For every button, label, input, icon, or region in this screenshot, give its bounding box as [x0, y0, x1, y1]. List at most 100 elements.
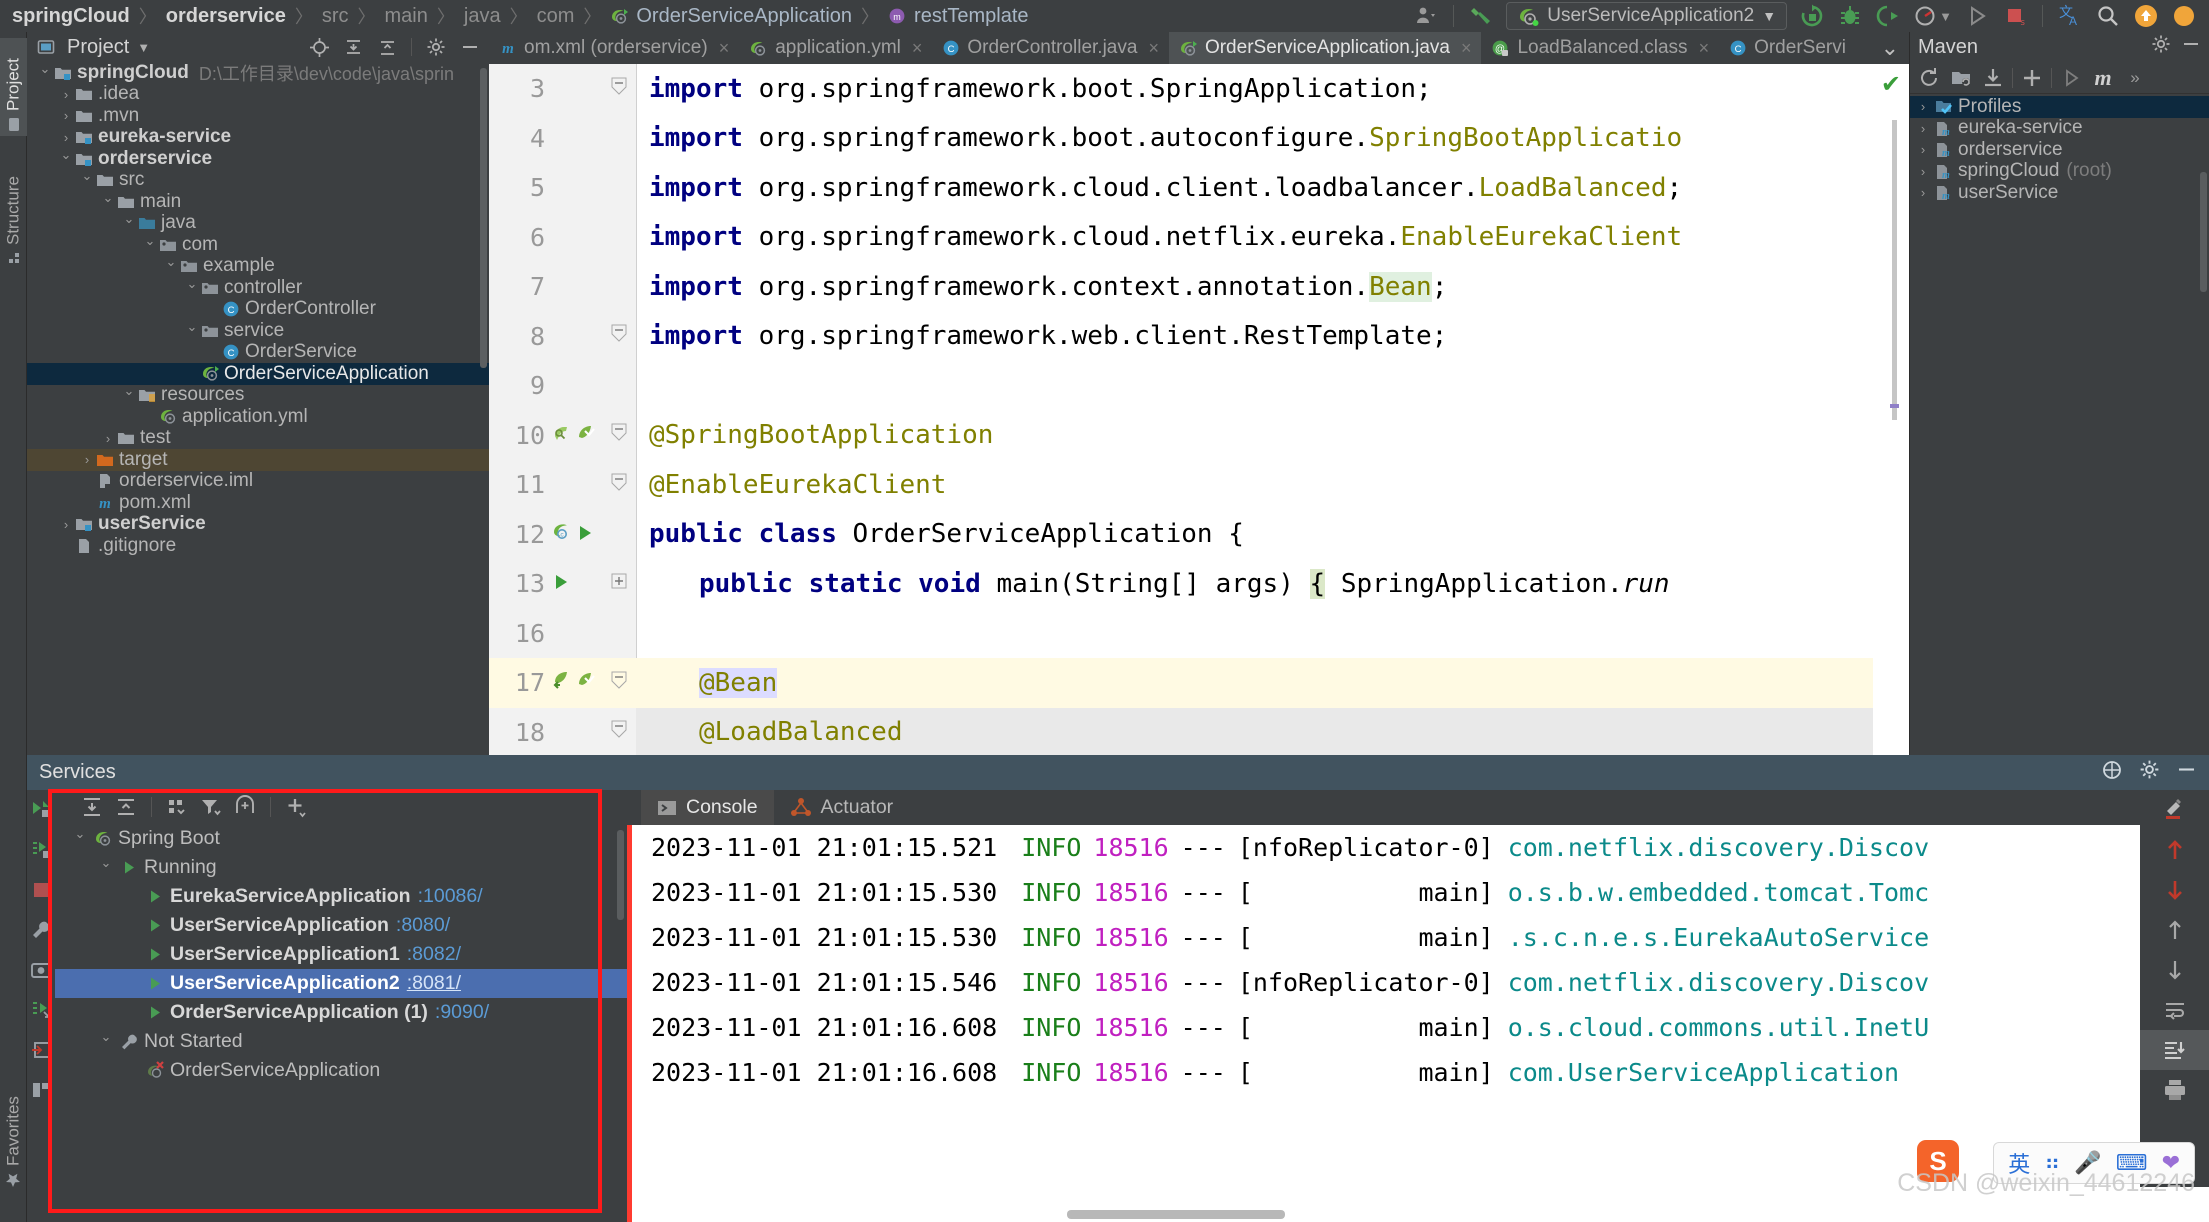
project-tree-row[interactable]: › eureka-service — [27, 126, 489, 149]
help-icon[interactable] — [2101, 759, 2123, 787]
project-tree-row[interactable]: application.yml — [27, 406, 489, 428]
close-icon[interactable]: × — [1699, 38, 1710, 59]
filter-icon[interactable] — [196, 792, 226, 822]
run-gutter-icon[interactable] — [575, 519, 595, 550]
add-module-icon[interactable] — [1948, 65, 1974, 91]
chevron-down-icon[interactable]: ⌄ — [1871, 32, 1909, 64]
project-tree-row[interactable]: ⌄ main — [27, 190, 489, 213]
service-port-link[interactable]: :8082/ — [407, 943, 461, 966]
code-line[interactable]: 4 import org.springframework.boot.autocon… — [489, 114, 1909, 164]
service-port-link[interactable]: :8081/ — [407, 972, 461, 995]
breadcrumb-item-7[interactable]: m restTemplate — [888, 5, 1029, 28]
chevron-right-icon[interactable]: › — [58, 87, 74, 102]
gear-icon[interactable] — [423, 35, 449, 59]
layout-icon[interactable] — [27, 1070, 55, 1110]
code-line[interactable]: 12 c public class OrderServiceApplication … — [489, 510, 1909, 560]
console-output[interactable]: 2023-11-01 21:01:15.521 INFO 18516 --- [nfoR… — [627, 825, 2209, 1222]
gutter-icons[interactable] — [551, 667, 597, 698]
project-tree-row[interactable]: ⌄ controller — [27, 276, 489, 299]
project-tree-row[interactable]: › target — [27, 449, 489, 471]
breadcrumb-item-4[interactable]: java — [464, 5, 501, 28]
services-tree-row[interactable]: UserServiceApplication1:8082/ — [55, 940, 627, 969]
chevron-right-icon[interactable]: › — [79, 452, 95, 467]
fold-expand-icon[interactable] — [609, 572, 629, 596]
run-icon[interactable] — [27, 790, 55, 830]
services-tree-row[interactable]: ⌄ Spring Boot — [55, 824, 627, 853]
project-tree[interactable]: ⌄ springCloud D:\工作目录\dev\code\java\sprin ›… — [27, 62, 489, 755]
chevron-down-icon[interactable]: ▼ — [1762, 8, 1776, 24]
project-tree-row[interactable]: C OrderService — [27, 341, 489, 364]
project-tree-row[interactable]: ⌄ service — [27, 319, 489, 342]
build-hammer-icon[interactable] — [1462, 0, 1500, 32]
breadcrumb[interactable]: springCloud 〉 orderservice 〉 src 〉 main 〉 java 〉 c… — [12, 3, 1029, 29]
close-icon[interactable]: × — [719, 38, 730, 59]
sogou-logo-icon[interactable]: S — [1917, 1140, 1959, 1182]
chevron-right-icon[interactable]: › — [1914, 99, 1932, 114]
chevron-right-icon[interactable]: › — [58, 108, 74, 123]
export-icon[interactable] — [27, 1030, 55, 1070]
service-port-link[interactable]: :8080/ — [396, 914, 450, 937]
breadcrumb-item-6[interactable]: OrderServiceApplication — [610, 5, 852, 28]
chevron-right-icon[interactable]: › — [1914, 142, 1932, 157]
service-port-link[interactable]: :10086/ — [418, 885, 483, 908]
project-tree-row[interactable]: › test — [27, 427, 489, 450]
chevron-right-icon[interactable]: › — [1914, 185, 1932, 200]
inspection-ok-icon[interactable]: ✔ — [1881, 70, 1901, 99]
hide-icon[interactable] — [457, 35, 483, 59]
gutter-icons[interactable] — [551, 568, 571, 599]
services-tree[interactable]: ⌄ Spring Boot ⌄ Running EurekaServiceApplica… — [55, 824, 627, 1085]
plus-icon[interactable] — [2019, 65, 2045, 91]
override-arrow-icon[interactable] — [551, 667, 573, 698]
breadcrumb-item-0[interactable]: springCloud — [12, 5, 130, 28]
editor-tab[interactable]: @ LoadBalanced.class × — [1481, 32, 1719, 64]
services-tree-row[interactable]: OrderServiceApplication — [55, 1056, 627, 1085]
chevron-down-icon[interactable]: ⌄ — [95, 1029, 117, 1045]
run-configuration-selector[interactable]: UserServiceApplication2 ▼ — [1506, 2, 1788, 30]
maven-tree-row[interactable]: › m orderservice — [1910, 139, 2209, 161]
project-tree-row[interactable]: C OrderController — [27, 298, 489, 321]
run-with-coverage-icon[interactable] — [1869, 0, 1907, 32]
prev-occurrence-up-icon[interactable] — [2140, 830, 2209, 870]
editor-tab[interactable]: C OrderServi — [1719, 32, 1856, 64]
run-icon[interactable] — [1958, 0, 1996, 32]
stop-icon[interactable]: s — [1996, 0, 2034, 32]
debug-icon[interactable] — [1831, 0, 1869, 32]
breadcrumb-item-3[interactable]: main — [385, 5, 428, 28]
pinyin-dot-icon[interactable]: ⠶ — [2044, 1150, 2060, 1176]
gear-icon[interactable] — [2139, 759, 2160, 786]
code-line[interactable]: 16 — [489, 609, 1909, 659]
project-tree-row[interactable]: ⌄ springCloud D:\工作目录\dev\code\java\sprin — [27, 62, 489, 84]
chevron-down-icon[interactable]: ⌄ — [100, 190, 116, 206]
search-icon[interactable] — [2089, 0, 2127, 32]
maven-tree-row[interactable]: › m springCloud (root) — [1910, 160, 2209, 183]
services-tree-row[interactable]: EurekaServiceApplication:10086/ — [55, 882, 627, 911]
settings-wrench-icon[interactable] — [27, 910, 55, 950]
close-icon[interactable]: × — [1148, 38, 1159, 59]
editor-code-lines[interactable]: 3 import org.springframework.boot.SpringA… — [489, 64, 1909, 755]
code-line[interactable]: 18 @LoadBalanced — [489, 707, 1909, 755]
sidebar-item-project[interactable]: Project — [0, 38, 27, 136]
download-sources-icon[interactable] — [1980, 65, 2006, 91]
collapse-all-icon[interactable] — [111, 792, 141, 822]
chevron-down-icon[interactable]: ⌄ — [69, 826, 91, 842]
reload-icon[interactable] — [1916, 65, 1942, 91]
editor-scrollbar[interactable] — [1892, 120, 1897, 420]
run-gutter-icon[interactable] — [551, 568, 571, 599]
rerun-icon[interactable] — [27, 830, 55, 870]
scroll-to-end-icon[interactable] — [2140, 1030, 2209, 1070]
fold-collapse-icon[interactable] — [609, 76, 629, 102]
code-line[interactable]: 7 import org.springframework.context.anno… — [489, 262, 1909, 312]
fold-collapse-icon[interactable] — [609, 670, 629, 696]
maven-tree[interactable]: › Profiles › m eureka-service › m orderservice ›… — [1910, 94, 2209, 204]
heart-icon[interactable]: ❤ — [2162, 1150, 2180, 1176]
locate-icon[interactable] — [306, 35, 332, 59]
group-by-icon[interactable] — [162, 792, 192, 822]
chevron-right-icon[interactable]: › — [58, 517, 74, 532]
console-tabs[interactable]: Console Actuator — [627, 790, 2209, 825]
fold-collapse-icon[interactable] — [609, 472, 629, 498]
gutter-icons[interactable]: c — [551, 519, 595, 550]
console-horizontal-scrollbar[interactable] — [1067, 1210, 1285, 1219]
spring-bean-leaf-icon[interactable] — [575, 667, 597, 698]
maven-tree-row[interactable]: › m userService — [1910, 182, 2209, 204]
chevron-down-icon[interactable]: ⌄ — [163, 254, 179, 270]
